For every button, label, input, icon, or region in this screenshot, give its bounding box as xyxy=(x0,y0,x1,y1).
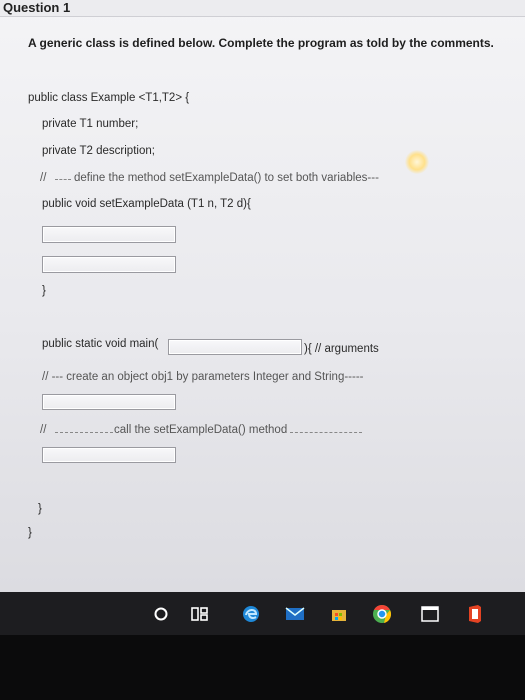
question-panel: Question 1 A generic class is defined be… xyxy=(0,0,525,592)
create-object-comment: // --- create an object obj1 by paramete… xyxy=(42,371,364,383)
mail-icon[interactable] xyxy=(285,604,305,624)
answer-field-3[interactable] xyxy=(42,394,176,410)
search-icon[interactable] xyxy=(151,604,171,624)
monitor-bezel xyxy=(0,635,525,700)
main-close-brace: } xyxy=(38,503,42,515)
class-declaration: public class Example <T1,T2> { xyxy=(28,92,190,104)
chrome-icon[interactable] xyxy=(372,604,392,624)
comment-dash-line xyxy=(55,432,113,433)
define-method-comment: define the method setExampleData() to se… xyxy=(74,172,379,184)
method-close-brace: } xyxy=(42,285,46,297)
comment-dash-line xyxy=(55,179,71,180)
edge-icon[interactable] xyxy=(241,604,261,624)
answer-field-2[interactable] xyxy=(42,256,176,273)
method-declaration: public void setExampleData (T1 n, T2 d){ xyxy=(42,198,251,210)
office-icon[interactable] xyxy=(465,604,485,624)
main-args-field[interactable] xyxy=(168,339,302,355)
task-view-icon[interactable] xyxy=(190,604,210,624)
question-header: Question 1 xyxy=(0,0,525,17)
class-close-brace: } xyxy=(28,527,32,539)
question-instruction: A generic class is defined below. Comple… xyxy=(28,36,494,50)
answer-field-4[interactable] xyxy=(42,447,176,463)
field-description-declaration: private T2 description; xyxy=(42,145,155,157)
define-method-comment-slashes: // xyxy=(40,172,47,184)
answer-field-1[interactable] xyxy=(42,226,176,243)
call-method-comment: call the setExampleData() method xyxy=(114,424,288,436)
taskbar xyxy=(0,592,525,635)
main-declaration: public static void main( xyxy=(42,338,159,350)
store-icon[interactable] xyxy=(329,604,349,624)
comment-dash-line xyxy=(290,432,362,433)
window-icon[interactable] xyxy=(420,604,440,624)
main-args-comment: ){ // arguments xyxy=(304,343,379,355)
call-method-comment-slashes: // xyxy=(40,424,47,436)
question-title: Question 1 xyxy=(3,0,71,15)
screen-glare xyxy=(405,150,429,174)
field-number-declaration: private T1 number; xyxy=(42,118,139,130)
